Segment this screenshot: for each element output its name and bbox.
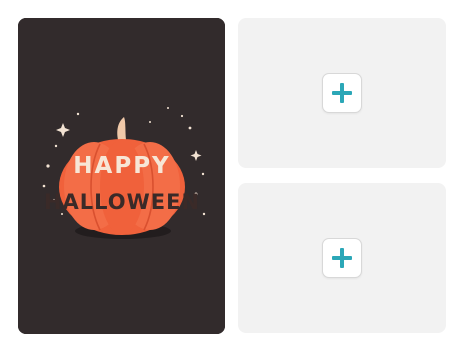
plus-icon bbox=[332, 248, 352, 268]
add-card-button[interactable] bbox=[322, 238, 362, 278]
add-card-slot-top[interactable] bbox=[238, 18, 446, 168]
greeting-line-2: HALLOWEEN bbox=[44, 190, 200, 214]
add-card-button[interactable] bbox=[322, 73, 362, 113]
add-card-slot-bottom[interactable] bbox=[238, 183, 446, 333]
pumpkin-illustration: HAPPY HALLOWEEN bbox=[18, 18, 225, 334]
greeting-line-1: HAPPY bbox=[73, 153, 170, 179]
card-gallery: HAPPY HALLOWEEN bbox=[0, 0, 464, 352]
halloween-card-preview[interactable]: HAPPY HALLOWEEN bbox=[18, 18, 225, 334]
plus-icon bbox=[332, 83, 352, 103]
